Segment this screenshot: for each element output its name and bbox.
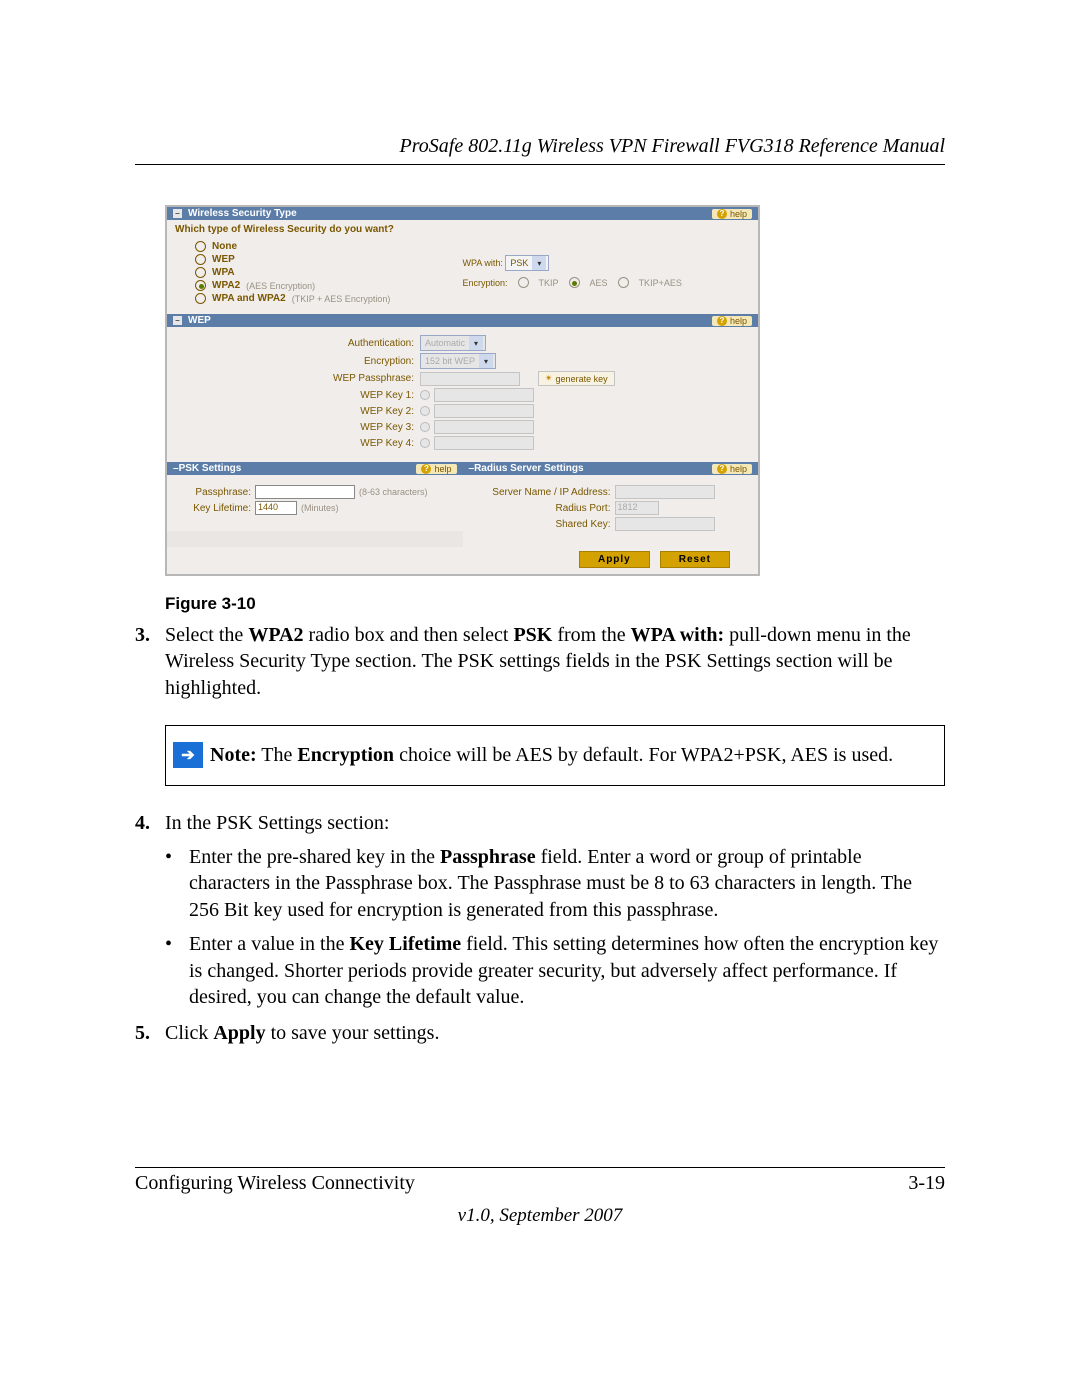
wst-question: Which type of Wireless Security do you w… (175, 224, 750, 235)
radius-port-label: Radius Port: (471, 503, 611, 514)
psk-pass-hint: (8-63 characters) (359, 487, 428, 497)
opt-none[interactable]: None (195, 241, 463, 252)
psk-pass-label: Passphrase: (175, 487, 251, 498)
step-3: 3. Select the WPA2 radio box and then se… (135, 622, 945, 701)
wep-enc-select: 152 bit WEP▾ (420, 353, 496, 369)
help-label: help (730, 464, 747, 474)
chevron-down-icon: ▾ (469, 336, 483, 350)
reset-button[interactable]: Reset (660, 551, 730, 568)
help-icon: ? (717, 464, 727, 474)
wep-k1-label: WEP Key 1: (175, 390, 420, 401)
step-5: 5. Click Apply to save your settings. (135, 1020, 945, 1046)
step-4-bullet-1: • Enter the pre-shared key in the Passph… (165, 844, 945, 923)
radius-port-input: 1812 (615, 501, 659, 515)
help-label: help (730, 209, 747, 219)
radius-key-input (615, 517, 715, 531)
wep-title: WEP (188, 315, 211, 326)
wpa-with-row: WPA with: PSK ▾ (463, 255, 751, 271)
collapse-icon: – (173, 209, 182, 218)
footer-rule (135, 1167, 945, 1168)
note-arrow-icon: ➔ (173, 742, 203, 768)
figure-caption: Figure 3-10 (165, 594, 945, 614)
wep-enc-label: Encryption: (175, 356, 420, 367)
wpa-with-value: PSK (510, 258, 528, 268)
wep-k4-input (434, 436, 534, 450)
opt-wpa-both[interactable]: WPA and WPA2(TKIP + AES Encryption) (195, 293, 463, 304)
wep-auth-select: Automatic▾ (420, 335, 486, 351)
enc-tkip-radio[interactable] (518, 277, 529, 288)
wep-k3-input (434, 420, 534, 434)
apply-button[interactable]: Apply (579, 551, 650, 568)
step-4: 4. In the PSK Settings section: (135, 810, 945, 836)
wep-k1-input (434, 388, 534, 402)
enc-both-label: TKIP+AES (639, 278, 682, 288)
footer-section: Configuring Wireless Connectivity (135, 1172, 415, 1195)
enc-label: Encryption: (463, 278, 508, 288)
chevron-down-icon: ▾ (479, 354, 493, 368)
help-label: help (730, 316, 747, 326)
enc-aes-label: AES (590, 278, 608, 288)
note-callout: ➔ Note: The Encryption choice will be AE… (165, 725, 945, 785)
wep-pass-label: WEP Passphrase: (175, 373, 420, 384)
gear-icon: ✴ (545, 373, 553, 384)
radius-title: Radius Server Settings (474, 463, 583, 474)
footer-row: Configuring Wireless Connectivity 3-19 (135, 1172, 945, 1195)
radius-key-label: Shared Key: (471, 519, 611, 530)
wpa-with-label: WPA with: (463, 258, 503, 268)
help-label: help (434, 464, 451, 474)
wpa-with-select[interactable]: PSK ▾ (505, 255, 549, 271)
opt-wpa[interactable]: WPA (195, 267, 463, 278)
help-badge[interactable]: ?help (712, 464, 752, 474)
psk-life-hint: (Minutes) (301, 503, 339, 513)
wst-title: Wireless Security Type (188, 208, 297, 219)
help-icon: ? (717, 209, 727, 219)
wep-k2-radio (420, 406, 430, 416)
step-4-bullet-2: • Enter a value in the Key Lifetime fiel… (165, 931, 945, 1010)
help-icon: ? (717, 316, 727, 326)
help-badge[interactable]: ?help (416, 464, 456, 474)
enc-both-radio[interactable] (618, 277, 629, 288)
radius-server-label: Server Name / IP Address: (471, 487, 611, 498)
wep-k3-label: WEP Key 3: (175, 422, 420, 433)
help-badge[interactable]: ?help (712, 316, 752, 326)
help-icon: ? (421, 464, 431, 474)
enc-tkip-label: TKIP (539, 278, 559, 288)
wep-k4-label: WEP Key 4: (175, 438, 420, 449)
page-number: 3-19 (908, 1172, 945, 1195)
wep-k2-label: WEP Key 2: (175, 406, 420, 417)
wst-section-bar: – Wireless Security Type ? help (167, 207, 758, 220)
opt-wep[interactable]: WEP (195, 254, 463, 265)
chevron-down-icon: ▾ (532, 256, 546, 270)
doc-header-title: ProSafe 802.11g Wireless VPN Firewall FV… (135, 135, 945, 158)
opt-wpa2[interactable]: WPA2(AES Encryption) (195, 280, 463, 291)
psk-life-input[interactable]: 1440 (255, 501, 297, 515)
psk-life-label: Key Lifetime: (175, 503, 251, 514)
wep-k3-radio (420, 422, 430, 432)
radius-server-input (615, 485, 715, 499)
ui-screenshot: – Wireless Security Type ? help Which ty… (165, 205, 760, 576)
help-badge[interactable]: ? help (712, 209, 752, 219)
psk-pass-input[interactable] (255, 485, 355, 499)
psk-title: PSK Settings (179, 463, 242, 474)
wep-section-bar: – WEP ?help (167, 314, 758, 327)
footer-version: v1.0, September 2007 (135, 1205, 945, 1227)
wep-k1-radio (420, 390, 430, 400)
collapse-icon: – (173, 316, 182, 325)
radius-section-bar: – Radius Server Settings ?help (463, 462, 759, 475)
wep-pass-input (420, 372, 520, 386)
generate-key-button[interactable]: ✴generate key (538, 371, 615, 386)
header-rule (135, 164, 945, 165)
wep-k2-input (434, 404, 534, 418)
wep-k4-radio (420, 438, 430, 448)
psk-section-bar: – PSK Settings ?help (167, 462, 463, 475)
enc-aes-radio[interactable] (569, 277, 580, 288)
encryption-row: Encryption: TKIP AES TKIP+AES (463, 277, 751, 288)
wep-auth-label: Authentication: (175, 338, 420, 349)
